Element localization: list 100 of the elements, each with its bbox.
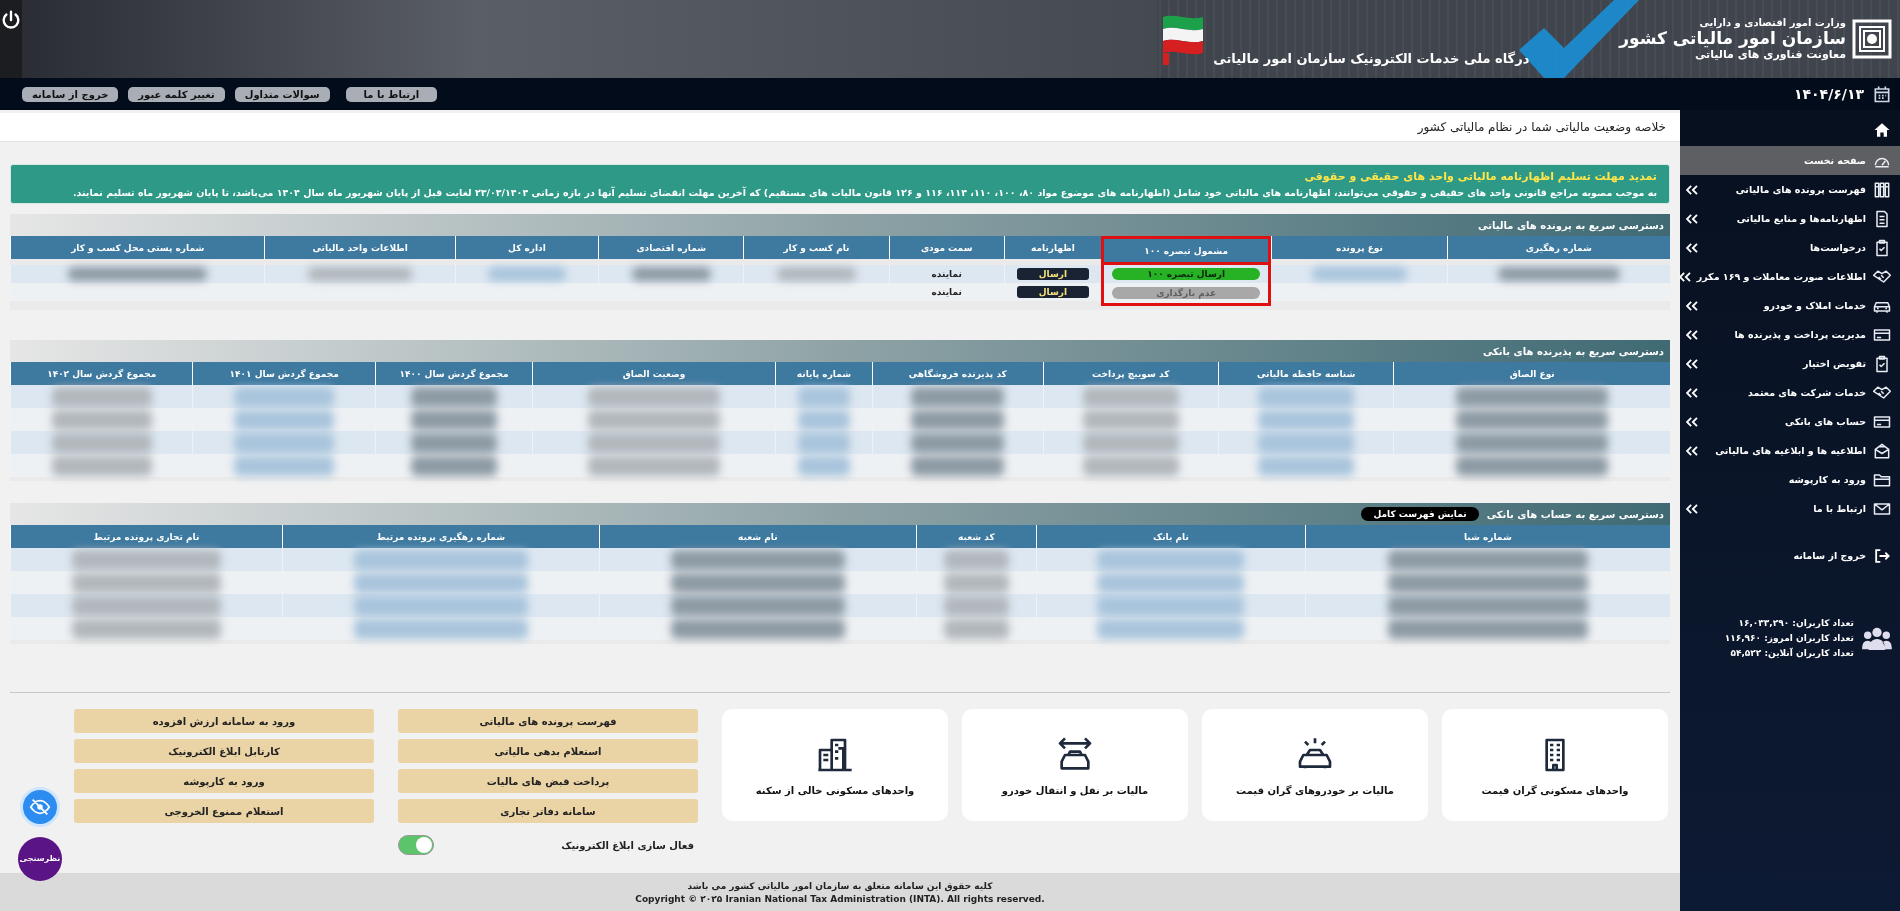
column-header: شماره شبا (1304, 525, 1670, 548)
quick-link-button[interactable]: ورود به سامانه ارزش افزوده (74, 709, 374, 733)
chevron-left-icon (1686, 329, 1698, 340)
chevron-left-icon (1686, 300, 1698, 311)
column-header: مجموع گردش سال ۱۴۰۲ (10, 362, 193, 385)
logo-icon (1852, 19, 1892, 59)
blurred-content (797, 386, 851, 407)
ministry-name: وزارت امور اقتصادی و دارایی (1699, 17, 1846, 28)
chevron-left-icon (1686, 416, 1698, 427)
column-header: وضعیت الصاق (532, 362, 775, 385)
notice-title: تمدید مهلت تسلیم اظهارنامه مالیاتی واحد های حقیقی و حقوقی (1303, 170, 1657, 183)
users-icon (1862, 625, 1892, 651)
chevron-left-icon (1686, 358, 1698, 369)
top-link[interactable]: خروج از سامانه (22, 86, 119, 102)
chevron-left-icon (1686, 242, 1698, 253)
column-header: نام کسب و کار (743, 236, 889, 259)
column-header: کد پذیرنده فروشگاهی (872, 362, 1043, 385)
quick-link-button[interactable]: استعلام ممنوع الخروجی (74, 799, 374, 823)
role-text: نماینده (931, 287, 962, 297)
role-text: نماینده (931, 269, 962, 279)
rights-text: کلیه حقوق این سامانه متعلق به سازمان امور مالیاتی کشور می باشد (687, 880, 993, 891)
visibility-toggle-button[interactable] (20, 787, 60, 827)
calendar-icon (1872, 84, 1892, 104)
toggle-switch[interactable] (398, 835, 434, 855)
power-icon (0, 8, 22, 32)
user-count-text: تعداد کاربران امروز: ۱۱۶,۹۶۰ (1724, 633, 1854, 643)
blurred-content (797, 432, 851, 453)
copyright-text: Copyright © ۲۰۲۵ Iranian National Tax Administration (INTA). All rights reserved. (635, 893, 1045, 904)
quick-link-button[interactable]: استعلام بدهی مالیاتی (398, 739, 698, 763)
power-button[interactable] (0, 0, 22, 78)
service-card[interactable]: مالیات بر خودروهای گران قیمت (1202, 709, 1428, 821)
user-count-text: تعداد کاربران: ۱۶,۰۳۳,۲۹۰ (1737, 618, 1854, 628)
column-header: مجموع گردش سال ۱۴۰۰ (374, 362, 533, 385)
eye-slash-icon (29, 796, 51, 818)
column-header: شماره رهگیری پرونده مرتبط (281, 525, 599, 548)
blurred-content (943, 618, 1010, 639)
column-header: شناسه حافظه مالیاتی (1217, 362, 1394, 385)
service-card[interactable]: مالیات بر نقل و انتقال خودرو (962, 709, 1188, 821)
toggle-label: فعال سازی ابلاغ الکترونیک (561, 839, 694, 851)
sidebar-item[interactable]: اطلاعات صورت معاملات و ۱۶۹ مکرر (1680, 262, 1900, 291)
status-badge: ارسال تبصره ۱۰۰ (1112, 268, 1261, 280)
column-header: نام شعبه (598, 525, 916, 548)
deputy-name: معاونت فناوری های مالیاتی (1694, 48, 1846, 61)
service-card[interactable]: واحدهای مسکونی گران قیمت (1442, 709, 1668, 821)
chevron-left-icon (1678, 271, 1691, 282)
column-header: نوع پرونده (1271, 236, 1447, 259)
sidebar-item[interactable]: درخواست‌ها (1680, 233, 1900, 262)
blurred-content (943, 595, 1010, 616)
blurred-content (943, 572, 1010, 593)
sidebar-item[interactable]: مدیریت پرداخت و پذیرنده ها (1680, 320, 1900, 349)
column-header: نوع الصاق (1393, 362, 1670, 385)
blurred-content (797, 409, 851, 430)
quick-link-button[interactable]: سامانه دفاتر تجاری (398, 799, 698, 823)
user-count-text: تعداد کاربران آنلاین: ۵۴,۵۲۲ (1729, 648, 1854, 658)
column-header: مجموع گردش سال ۱۴۰۱ (192, 362, 375, 385)
organization-name: سازمان امور مالیاتی کشور (1619, 28, 1846, 48)
top-link[interactable]: ارتباط با ما (345, 86, 438, 102)
quick-link-button[interactable]: کارتابل ابلاغ الکترونیک (74, 739, 374, 763)
send-button[interactable]: ارسال (1016, 286, 1089, 298)
date-text: ۱۴۰۴/۶/۱۳ (1793, 86, 1864, 102)
column-header: نام بانک (1036, 525, 1305, 548)
sidebar-item[interactable]: ارتباط با ما (1680, 494, 1900, 523)
column-header: اظهارنامه (1003, 236, 1101, 259)
logout-link[interactable]: خروج از سامانه (1680, 541, 1900, 570)
sidebar-item[interactable]: اظهارنامه‌ها و منابع مالیاتی (1680, 204, 1900, 233)
column-header: اداره کل (454, 236, 599, 259)
notice-text: به موجب مصوبه مراجع قانونی واحد های حقیقی و حقوقی می‌توانند، اظهارنامه های مالیاتی خود شامل (اظهارنامه های موضوع مواد ۸۰، ۱۰۰، ۱۱۰، ۱۱۴، ۱۱۶ و ۱۲۶ قانون مالیات های مستقیم) که آخرین مهلت انقضای تسلیم آنها در بازه زمانی ۲۳/۰۳/۱۴۰۴ لغایت قبل از پایان شهریور ماه سال ۱۴۰۴ می‌باشد، تا پایان شهریور ماه تسلیم نمایند. (71, 187, 1657, 198)
top-link[interactable]: سوالات متداول (234, 86, 330, 102)
chevron-left-icon (1686, 387, 1698, 398)
sidebar-item[interactable]: اطلاعیه ها و ابلاغیه های مالیاتی (1680, 436, 1900, 465)
sidebar-item[interactable]: خدمات شرکت های معتمد (1680, 378, 1900, 407)
sidebar-item[interactable]: خدمات املاک و خودرو (1680, 291, 1900, 320)
send-button[interactable]: ارسال (1016, 268, 1089, 280)
column-header: کد سوییچ پرداخت (1042, 362, 1218, 385)
chevron-left-icon (1686, 445, 1698, 456)
sidebar-item[interactable]: تفویض اختیار (1680, 349, 1900, 378)
column-header: شماره پستی محل کسب و کار (10, 236, 265, 259)
quick-link-button[interactable]: فهرست پرونده های مالیاتی (398, 709, 698, 733)
column-header: نام تجاری پرونده مرتبط (10, 525, 282, 548)
sidebar-item[interactable]: ورود به کارپوشه (1680, 465, 1900, 494)
sidebar-item[interactable]: حساب های بانکی (1680, 407, 1900, 436)
quick-link-button[interactable]: ورود به کارپوشه (74, 769, 374, 793)
sidebar-item[interactable]: فهرست پرونده های مالیاتی (1680, 175, 1900, 204)
column-header: شماره پایانه (774, 362, 873, 385)
service-card[interactable]: واحدهای مسکونی خالی از سکنه (722, 709, 948, 821)
chevron-left-icon (1686, 213, 1698, 224)
survey-button[interactable]: نظرسنجی (18, 837, 62, 881)
column-header: مشمول تبصره ۱۰۰ (1101, 236, 1272, 265)
column-header: سمت مودی (888, 236, 1004, 259)
section-title: دسترسی سریع به حساب های بانکی (1486, 508, 1664, 520)
blurred-content (943, 549, 1010, 570)
section-title: دسترسی سریع به پرونده های مالیاتی (1478, 219, 1664, 231)
page-title: خلاصه وضعیت مالیاتی شما در نظام مالیاتی کشور (0, 113, 1680, 142)
show-list-button[interactable]: نمایش فهرست کامل (1361, 507, 1479, 521)
column-header: شماره اقتصادی (598, 236, 744, 259)
quick-link-button[interactable]: پرداخت قبض های مالیات (398, 769, 698, 793)
top-link[interactable]: تغییر کلمه عبور (128, 86, 225, 102)
sidebar-item[interactable]: صفحه نخست (1680, 146, 1900, 175)
column-header: شماره رهگیری (1446, 236, 1670, 259)
portal-title: درگاه ملی خدمات الکترونیک سازمان امور مالیاتی (1213, 51, 1530, 66)
